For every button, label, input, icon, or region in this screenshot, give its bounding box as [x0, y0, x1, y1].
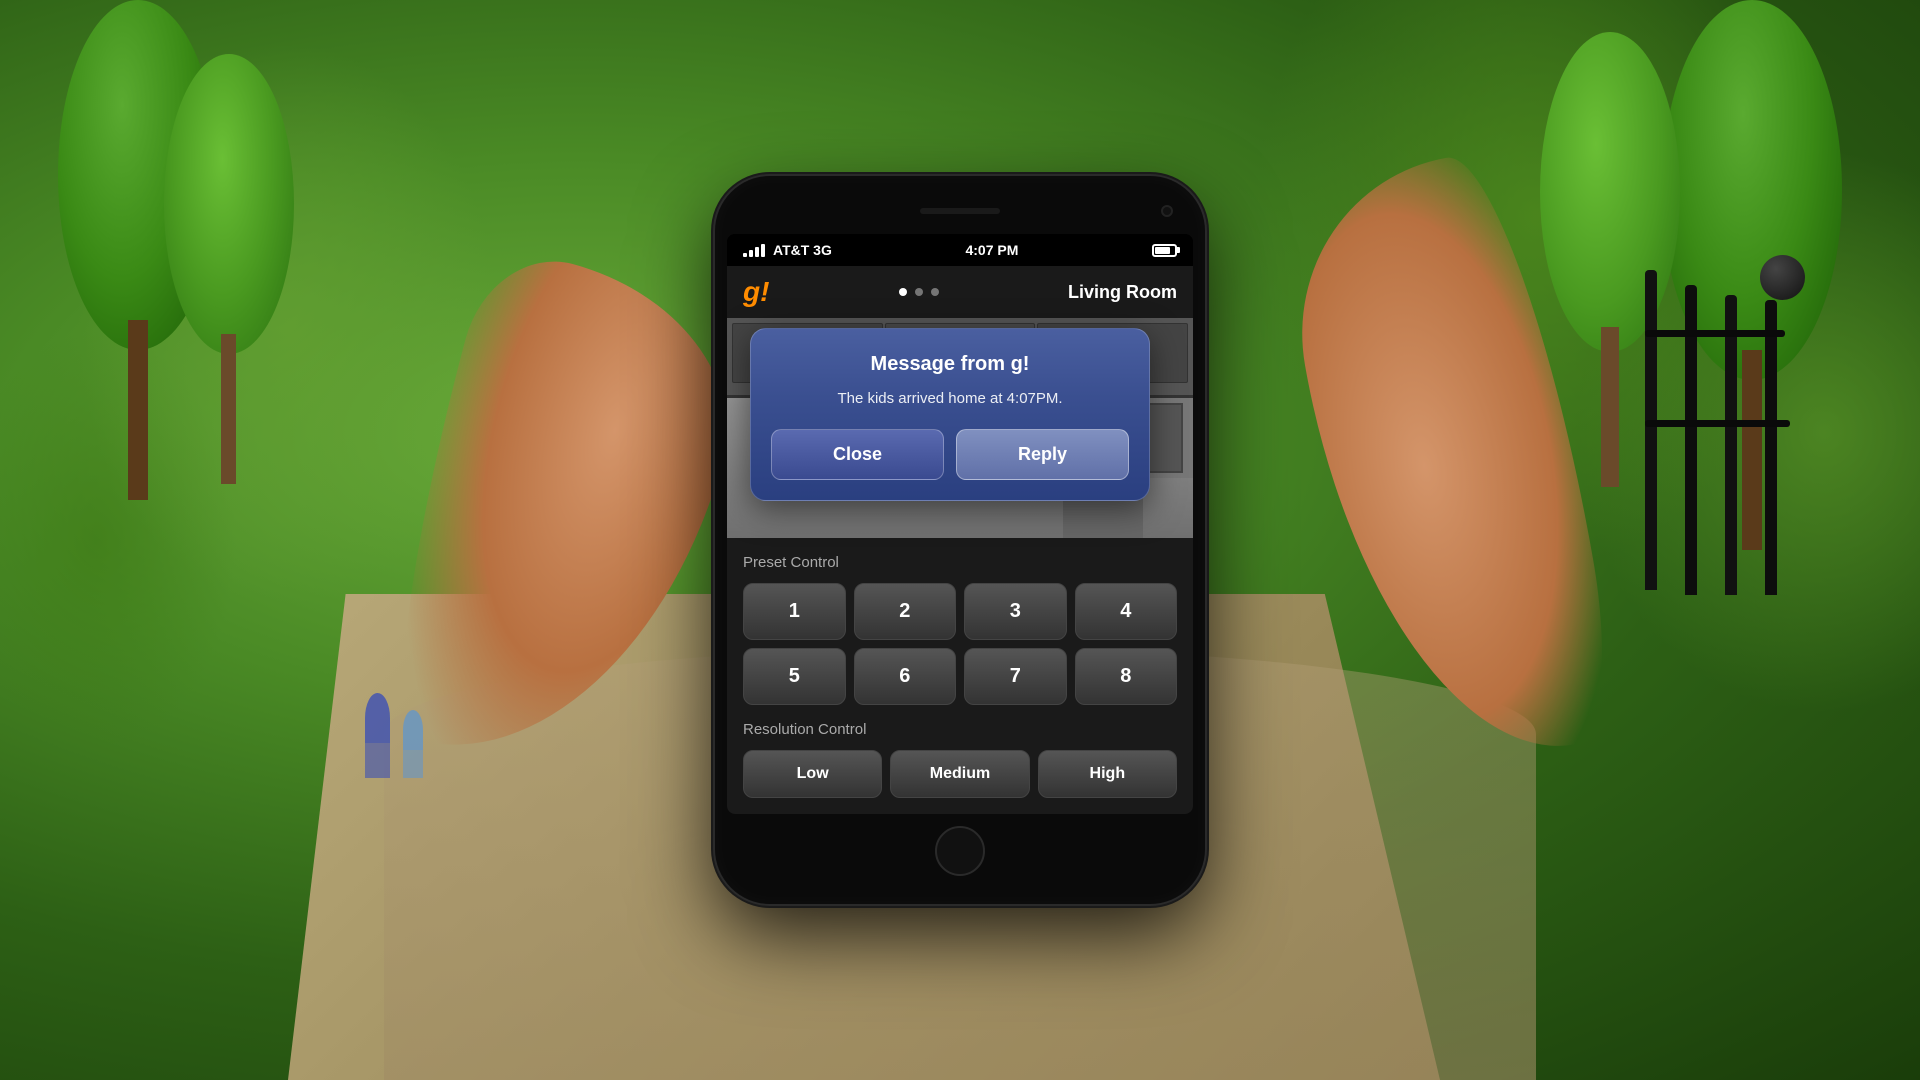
time-display: 4:07 PM	[965, 242, 1018, 258]
preset-btn-6[interactable]: 6	[854, 648, 957, 705]
tree-left-2	[154, 54, 304, 454]
phone-camera	[1161, 205, 1173, 217]
preset-btn-8[interactable]: 8	[1075, 648, 1178, 705]
preset-btn-1[interactable]: 1	[743, 583, 846, 640]
resolution-control-label: Resolution Control	[743, 721, 1177, 738]
carrier-label: AT&T 3G	[773, 242, 832, 258]
camera-area: Message from g! The kids arrived home at…	[727, 318, 1193, 538]
bar-2	[749, 250, 753, 257]
dialog: Message from g! The kids arrived home at…	[750, 328, 1150, 501]
signal-bars	[743, 244, 765, 257]
dialog-message: The kids arrived home at 4:07PM.	[771, 388, 1129, 409]
preset-btn-5[interactable]: 5	[743, 648, 846, 705]
preset-control-label: Preset Control	[743, 554, 1177, 571]
preset-grid: 1 2 3 4 5 6 7 8	[743, 583, 1177, 705]
preset-btn-7[interactable]: 7	[964, 648, 1067, 705]
status-bar: AT&T 3G 4:07 PM	[727, 234, 1193, 266]
reply-button[interactable]: Reply	[956, 429, 1129, 480]
app-content: Preset Control 1 2 3 4 5 6 7 8 Resolutio…	[727, 538, 1193, 814]
preset-btn-3[interactable]: 3	[964, 583, 1067, 640]
battery-icon	[1152, 244, 1177, 257]
resolution-grid: Low Medium High	[743, 750, 1177, 798]
dot-1	[899, 288, 907, 296]
dialog-title: Message from g!	[771, 353, 1129, 376]
phone: AT&T 3G 4:07 PM g! Living Room	[715, 176, 1205, 904]
bar-3	[755, 247, 759, 257]
preset-btn-4[interactable]: 4	[1075, 583, 1178, 640]
preset-btn-2[interactable]: 2	[854, 583, 957, 640]
resolution-btn-high[interactable]: High	[1038, 750, 1177, 798]
battery-fill	[1155, 247, 1170, 254]
close-button[interactable]: Close	[771, 429, 944, 480]
bar-1	[743, 253, 747, 257]
hand-left	[362, 242, 762, 797]
bg-person-1	[365, 693, 390, 778]
app-header: g! Living Room	[727, 266, 1193, 318]
page-dots	[899, 288, 939, 296]
phone-speaker	[920, 208, 1000, 214]
home-button[interactable]	[935, 826, 985, 876]
room-name-label: Living Room	[1068, 282, 1177, 303]
dot-2	[915, 288, 923, 296]
resolution-btn-low[interactable]: Low	[743, 750, 882, 798]
dialog-buttons: Close Reply	[771, 429, 1129, 480]
phone-screen: AT&T 3G 4:07 PM g! Living Room	[727, 234, 1193, 814]
app-logo: g!	[743, 276, 769, 308]
phone-top-bar	[727, 196, 1193, 226]
dot-3	[931, 288, 939, 296]
bar-4	[761, 244, 765, 257]
dialog-container: Message from g! The kids arrived home at…	[750, 328, 1170, 501]
resolution-btn-medium[interactable]: Medium	[890, 750, 1029, 798]
fence-right	[1645, 270, 1805, 670]
status-left: AT&T 3G	[743, 242, 832, 258]
